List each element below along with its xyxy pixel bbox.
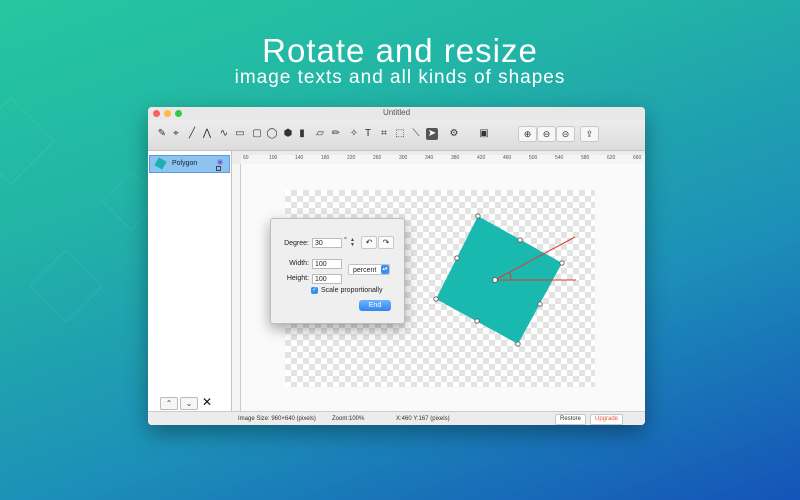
title-bar: Untitled bbox=[148, 107, 645, 120]
resize-handle[interactable] bbox=[433, 296, 439, 302]
ruler-label: 300 bbox=[399, 155, 408, 161]
rotate-left-button[interactable]: ↶ bbox=[361, 236, 377, 249]
ruler-label: 220 bbox=[347, 155, 356, 161]
image-insert-icon[interactable]: ▣ bbox=[478, 128, 490, 140]
ruler-label: 420 bbox=[477, 155, 486, 161]
ruler-label: 380 bbox=[451, 155, 460, 161]
layers-panel: Polygon ◉ ⌃ ⌄ ✕ bbox=[148, 151, 232, 425]
share-button[interactable]: ⇪ bbox=[580, 126, 599, 142]
ruler-label: 500 bbox=[529, 155, 538, 161]
rotate-resize-dialog: Degree: 30 ° ▲ ▼ ↶ ↷ Width: 100 Height: 1… bbox=[270, 218, 405, 324]
chevron-updown-icon: ▴▾ bbox=[381, 265, 389, 274]
ruler-label: 580 bbox=[581, 155, 590, 161]
status-bar: Image Size: 960×640 (pixels) Zoom:100% X… bbox=[148, 411, 645, 425]
vertical-ruler bbox=[232, 164, 241, 411]
resize-handle[interactable] bbox=[454, 255, 460, 261]
zigzag-icon[interactable]: ⋀ bbox=[201, 128, 213, 140]
degree-stepper[interactable]: ▲ ▼ bbox=[350, 238, 356, 249]
rectangle-icon[interactable]: ▭ bbox=[234, 128, 246, 140]
settings-gear-icon[interactable]: ⚙ bbox=[448, 128, 460, 140]
scale-proportionally-checkbox[interactable]: ✓ bbox=[311, 287, 318, 294]
crop-icon[interactable]: ⌗ bbox=[378, 128, 390, 140]
coordinates-text: X:460 Y:167 (pixels) bbox=[396, 416, 450, 422]
pencil-icon[interactable]: ✏ bbox=[330, 128, 342, 140]
degree-input[interactable]: 30 bbox=[312, 238, 342, 248]
ruler-label: 620 bbox=[607, 155, 616, 161]
delete-layer-button[interactable]: ✕ bbox=[202, 396, 212, 408]
toolbar: ⊕ ⊖ ⊝ ⇪ ⚙ ▣ ✎ ⌖ ╱ ⋀ ∿ ▭ ▢ ◯ ⬢ ▮ ▱ ✏ ✧ T ⌗ ⬚ ⟍ ➤ bbox=[148, 120, 645, 151]
rounded-rect-icon[interactable]: ▢ bbox=[251, 128, 263, 140]
background-decoration bbox=[0, 97, 55, 185]
headline-title: Rotate and resize bbox=[262, 32, 538, 69]
headline-subtitle: image texts and all kinds of shapes bbox=[234, 67, 566, 88]
height-input[interactable]: 100 bbox=[312, 274, 342, 284]
resize-handle[interactable] bbox=[517, 237, 523, 243]
select-rect-icon[interactable]: ⬚ bbox=[394, 128, 406, 140]
ruler-label: 460 bbox=[503, 155, 512, 161]
brush-icon[interactable]: ⌖ bbox=[170, 128, 182, 140]
gradient-icon[interactable]: ▮ bbox=[296, 128, 308, 140]
layer-label: Polygon bbox=[172, 160, 198, 167]
rotation-center-handle[interactable] bbox=[492, 277, 498, 283]
degree-label: Degree: bbox=[284, 240, 309, 247]
resize-handle[interactable] bbox=[475, 213, 481, 219]
lock-icon[interactable] bbox=[216, 166, 221, 171]
layer-item-polygon[interactable]: Polygon ◉ bbox=[149, 155, 230, 173]
eraser-icon[interactable]: ▱ bbox=[314, 128, 326, 140]
line-width-icon[interactable]: ⟍ bbox=[410, 128, 422, 140]
pointer-icon[interactable]: ➤ bbox=[426, 128, 438, 140]
zoom-in-button[interactable]: ⊕ bbox=[518, 126, 537, 142]
unit-select-value: percent bbox=[353, 267, 377, 274]
degree-unit: ° bbox=[344, 237, 347, 244]
visibility-eye-icon[interactable]: ◉ bbox=[217, 158, 223, 166]
ruler-label: 540 bbox=[555, 155, 564, 161]
scale-proportionally-label: Scale proportionally bbox=[321, 287, 383, 294]
ruler-label: 340 bbox=[425, 155, 434, 161]
ruler-label: 60 bbox=[243, 155, 249, 161]
ruler-label: 260 bbox=[373, 155, 382, 161]
magic-wand-icon[interactable]: ✧ bbox=[348, 128, 360, 140]
resize-handle[interactable] bbox=[537, 301, 543, 307]
zoom-fit-button[interactable]: ⊖ bbox=[537, 126, 556, 142]
line-icon[interactable]: ╱ bbox=[186, 128, 198, 140]
resize-handle[interactable] bbox=[474, 318, 480, 324]
image-size-text: Image Size: 960×640 (pixels) bbox=[238, 416, 316, 422]
curve-icon[interactable]: ∿ bbox=[218, 128, 230, 140]
resize-handle[interactable] bbox=[515, 341, 521, 347]
end-button[interactable]: End bbox=[359, 300, 391, 311]
zoom-text: Zoom:100% bbox=[332, 416, 365, 422]
width-label: Width: bbox=[289, 260, 309, 267]
text-icon[interactable]: T bbox=[362, 128, 374, 140]
hexagon-icon[interactable]: ⬢ bbox=[282, 128, 294, 140]
ruler-label: 660 bbox=[633, 155, 642, 161]
height-label: Height: bbox=[286, 275, 309, 282]
upgrade-button[interactable]: Upgrade bbox=[590, 414, 624, 425]
ruler-label: 100 bbox=[269, 155, 278, 161]
zoom-out-button[interactable]: ⊝ bbox=[556, 126, 575, 142]
ruler-label: 180 bbox=[321, 155, 330, 161]
window-title: Untitled bbox=[382, 108, 411, 117]
resize-handle[interactable] bbox=[559, 260, 565, 266]
restore-button[interactable]: Restore bbox=[555, 414, 587, 425]
background-decoration bbox=[29, 249, 103, 323]
polygon-thumbnail bbox=[154, 157, 167, 170]
ruler-label: 140 bbox=[295, 155, 304, 161]
ellipse-icon[interactable]: ◯ bbox=[266, 128, 278, 140]
unit-select[interactable]: percent ▴▾ bbox=[348, 264, 390, 275]
width-input[interactable]: 100 bbox=[312, 259, 342, 269]
layer-down-button[interactable]: ⌄ bbox=[180, 397, 198, 410]
rotate-right-button[interactable]: ↷ bbox=[378, 236, 394, 249]
layer-up-button[interactable]: ⌃ bbox=[160, 397, 178, 410]
eyedropper-icon[interactable]: ✎ bbox=[156, 128, 168, 140]
